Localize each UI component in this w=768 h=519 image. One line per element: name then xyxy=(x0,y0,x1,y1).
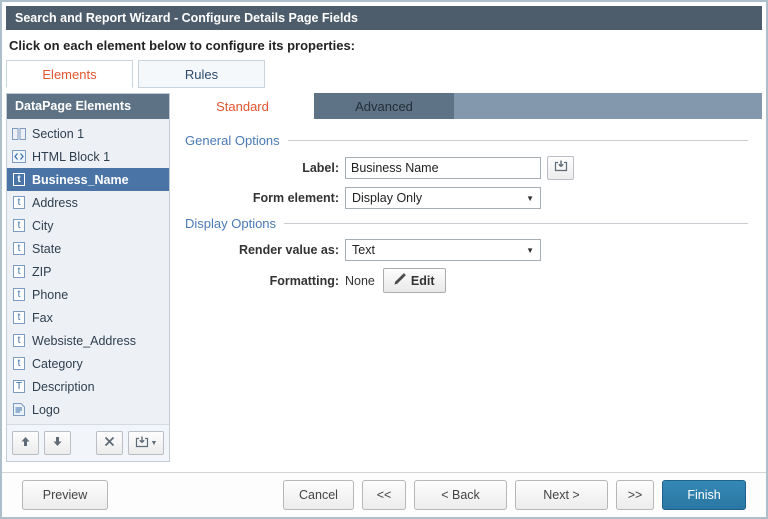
instruction-text: Click on each element below to configure… xyxy=(9,38,356,53)
sidebar-item-label: Category xyxy=(32,356,83,371)
tab-advanced[interactable]: Advanced xyxy=(314,93,454,119)
sidebar-item-description[interactable]: T Description xyxy=(7,375,169,398)
form-element-label: Form element: xyxy=(252,191,339,205)
tab-rules[interactable]: Rules xyxy=(138,60,265,88)
text-icon: t xyxy=(12,334,26,348)
text-icon: t xyxy=(12,288,26,302)
sidebar-header: DataPage Elements xyxy=(7,94,169,119)
text-icon: t xyxy=(12,196,26,210)
label-field-row: Label: xyxy=(185,156,752,180)
sidebar-item-phone[interactable]: t Phone xyxy=(7,283,169,306)
insert-parameter-button[interactable] xyxy=(547,156,574,180)
sidebar-item-label: Business_Name xyxy=(32,172,129,187)
cancel-button[interactable]: Cancel xyxy=(283,480,354,510)
sidebar-item-label: Fax xyxy=(32,310,53,325)
label-field-label: Label: xyxy=(302,161,339,175)
label-input[interactable] xyxy=(345,157,541,179)
sidebar-item-label: Address xyxy=(32,195,78,210)
sidebar-item-label: Logo xyxy=(32,402,60,417)
text-icon: t xyxy=(12,311,26,325)
text-icon: t xyxy=(12,173,26,187)
next-button[interactable]: Next > xyxy=(515,480,608,510)
sidebar-toolbar: ▼ xyxy=(7,424,169,461)
formatting-label: Formatting: xyxy=(269,273,339,288)
text-icon: t xyxy=(12,265,26,279)
sidebar-item-label: ZIP xyxy=(32,264,52,279)
sidebar-item-city[interactable]: t City xyxy=(7,214,169,237)
chevron-down-icon: ▼ xyxy=(526,245,534,255)
properties-panel: Standard Advanced General Options Label: xyxy=(171,93,762,462)
chevron-down-icon: ▼ xyxy=(526,193,534,203)
element-list: Section 1 HTML Block 1 t Business_Name t Addr… xyxy=(7,119,169,424)
panel-tabbar: Standard Advanced xyxy=(171,93,762,119)
text-icon: t xyxy=(12,219,26,233)
sidebar-item-fax[interactable]: t Fax xyxy=(7,306,169,329)
textarea-icon: T xyxy=(12,380,26,394)
window-title: Search and Report Wizard - Configure Det… xyxy=(6,6,762,30)
html-icon xyxy=(12,150,26,164)
sidebar-item-category[interactable]: t Category xyxy=(7,352,169,375)
formatting-row: Formatting: None Edit xyxy=(185,268,752,293)
sidebar-item-business-name[interactable]: t Business_Name xyxy=(7,168,169,191)
sidebar-item-label: Section 1 xyxy=(32,126,85,141)
sidebar-item-label: State xyxy=(32,241,62,256)
section-title: General Options xyxy=(185,133,280,148)
delete-element-button[interactable] xyxy=(96,431,123,455)
text-icon: t xyxy=(12,357,26,371)
sidebar-item-websiste-address[interactable]: t Websiste_Address xyxy=(7,329,169,352)
wizard-footer: Preview Cancel << < Back Next > >> Finis… xyxy=(2,472,766,517)
sidebar-item-section-1[interactable]: Section 1 xyxy=(7,122,169,145)
sidebar-item-label: Websiste_Address xyxy=(32,333,136,348)
insert-icon xyxy=(554,159,568,177)
last-step-button[interactable]: >> xyxy=(616,480,654,510)
chevron-down-icon: ▼ xyxy=(150,439,158,447)
text-icon: t xyxy=(12,242,26,256)
move-up-button[interactable] xyxy=(12,431,39,455)
form-element-row: Form element: Display Only ▼ xyxy=(185,187,752,209)
preview-button[interactable]: Preview xyxy=(22,480,108,510)
finish-button[interactable]: Finish xyxy=(662,480,746,510)
first-step-button[interactable]: << xyxy=(362,480,406,510)
sidebar-item-label: Description xyxy=(32,379,95,394)
display-options-section: Display Options xyxy=(185,216,752,231)
render-value-row: Render value as: Text ▼ xyxy=(185,239,752,261)
main-tabbar: Elements Rules xyxy=(6,60,762,88)
sidebar-item-label: HTML Block 1 xyxy=(32,149,111,164)
datapage-elements-panel: DataPage Elements Section 1 HTML Block 1 t… xyxy=(6,93,170,462)
up-arrow-icon xyxy=(20,436,31,450)
file-icon xyxy=(12,403,26,417)
insert-element-button[interactable]: ▼ xyxy=(128,431,164,455)
general-options-section: General Options xyxy=(185,133,752,148)
sidebar-item-label: Phone xyxy=(32,287,69,302)
x-icon xyxy=(104,436,115,450)
tab-elements[interactable]: Elements xyxy=(6,60,133,88)
form-element-select[interactable]: Display Only ▼ xyxy=(345,187,541,209)
sidebar-item-html-block-1[interactable]: HTML Block 1 xyxy=(7,145,169,168)
sidebar-item-address[interactable]: t Address xyxy=(7,191,169,214)
render-value-select[interactable]: Text ▼ xyxy=(345,239,541,261)
pencil-icon xyxy=(394,273,406,288)
down-arrow-icon xyxy=(52,436,63,450)
wizard-dialog: Search and Report Wizard - Configure Det… xyxy=(0,0,768,519)
formatting-value: None xyxy=(345,273,375,288)
back-button[interactable]: < Back xyxy=(414,480,507,510)
tab-standard[interactable]: Standard xyxy=(171,93,314,119)
section-title: Display Options xyxy=(185,216,277,231)
sidebar-item-label: City xyxy=(32,218,54,233)
sidebar-item-logo[interactable]: Logo xyxy=(7,398,169,421)
edit-formatting-button[interactable]: Edit xyxy=(382,268,446,293)
render-value-label: Render value as: xyxy=(238,243,339,257)
insert-icon xyxy=(135,436,149,451)
panel-body: General Options Label: Form element: xyxy=(171,119,762,462)
section-icon xyxy=(12,127,26,141)
sidebar-item-zip[interactable]: t ZIP xyxy=(7,260,169,283)
sidebar-item-state[interactable]: t State xyxy=(7,237,169,260)
move-down-button[interactable] xyxy=(44,431,71,455)
